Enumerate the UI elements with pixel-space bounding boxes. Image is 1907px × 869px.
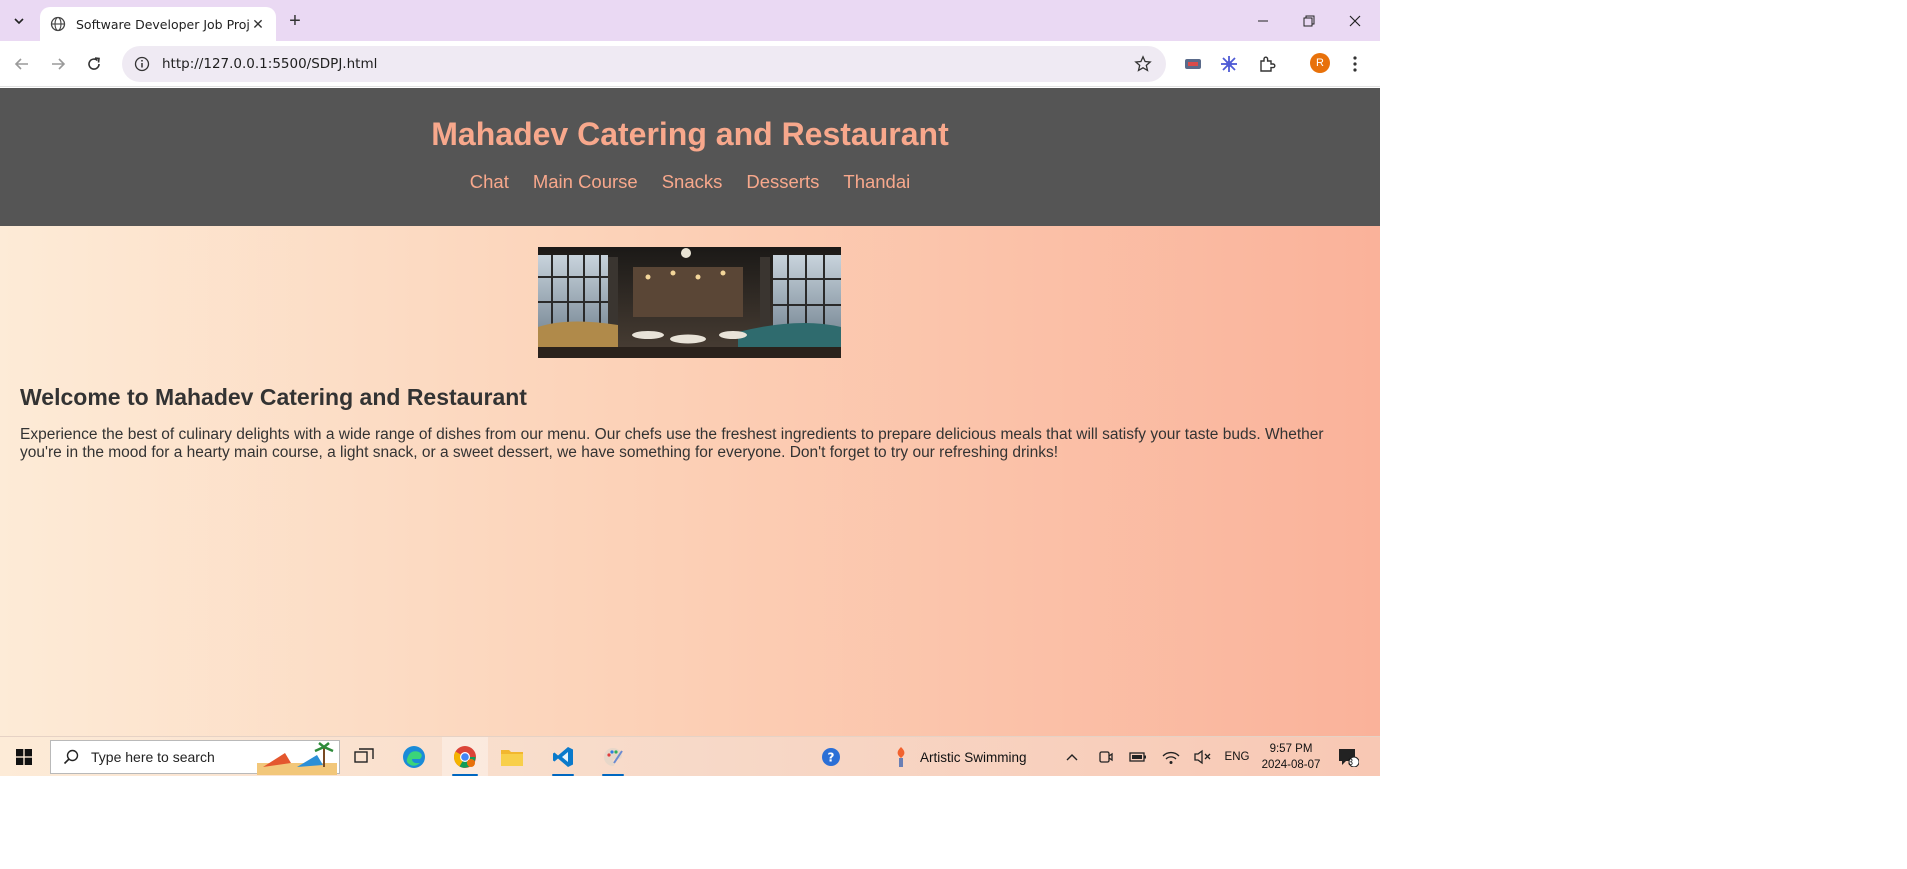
minimize-icon	[1258, 20, 1268, 21]
language-label: ENG	[1224, 751, 1250, 763]
page-viewport: Mahadev Catering and Restaurant Chat Mai…	[0, 88, 1380, 736]
globe-icon	[50, 16, 66, 32]
torch-icon	[897, 747, 905, 767]
browser-toolbar: http://127.0.0.1:5500/SDPJ.html	[0, 41, 1380, 87]
extension-image-icon	[1185, 59, 1201, 69]
restore-icon	[1303, 15, 1315, 26]
search-icon	[63, 749, 79, 765]
kebab-menu-icon	[1353, 56, 1357, 72]
language-indicator[interactable]: ENG	[1222, 737, 1252, 776]
extension-snowflake-icon	[1221, 56, 1237, 72]
task-view-button[interactable]	[346, 737, 382, 776]
folder-icon	[501, 750, 523, 766]
close-icon	[1349, 15, 1361, 26]
edge-browser-icon	[403, 746, 425, 768]
windows-logo-icon	[16, 749, 32, 765]
tab-strip: Software Developer Job Project ✕ +	[0, 0, 1380, 41]
chevron-up-icon	[1066, 754, 1078, 761]
address-bar[interactable]: http://127.0.0.1:5500/SDPJ.html	[122, 46, 1166, 82]
puzzle-icon	[1260, 56, 1276, 72]
screen: Software Developer Job Project ✕ + http:…	[0, 0, 1380, 776]
extensions-menu-button[interactable]	[1257, 54, 1277, 74]
tab-search-button[interactable]	[8, 10, 30, 32]
taskbar-search-box[interactable]: Type here to search	[50, 740, 340, 775]
taskbar: Type here to search ? Artistic Swimming …	[0, 736, 1380, 776]
info-icon[interactable]	[134, 56, 150, 72]
back-button[interactable]	[10, 52, 34, 76]
browser-menu-button[interactable]	[1345, 54, 1365, 74]
notification-count: 3	[1348, 757, 1354, 767]
nav-link-desserts[interactable]: Desserts	[746, 171, 819, 193]
notifications-button[interactable]: 3	[1334, 737, 1362, 776]
taskbar-paint[interactable]	[592, 737, 634, 776]
weather-widget[interactable]: Artistic Swimming	[892, 737, 1042, 776]
volume-indicator[interactable]	[1192, 737, 1214, 776]
search-placeholder: Type here to search	[91, 749, 215, 765]
clock-time: 9:57 PM	[1269, 743, 1313, 755]
reload-button[interactable]	[82, 52, 106, 76]
taskbar-vscode[interactable]	[542, 737, 584, 776]
active-indicator	[452, 774, 478, 776]
new-tab-button[interactable]: +	[284, 10, 306, 32]
active-indicator	[602, 774, 624, 776]
nav-link-chat[interactable]: Chat	[470, 171, 509, 193]
get-help-button[interactable]: ?	[818, 737, 844, 776]
taskbar-chrome[interactable]	[442, 737, 488, 776]
restaurant-image	[538, 247, 841, 358]
vscode-icon	[553, 747, 573, 767]
extension-button-1[interactable]	[1183, 54, 1203, 74]
site-title: Mahadev Catering and Restaurant	[431, 116, 949, 152]
battery-indicator[interactable]	[1127, 737, 1149, 776]
active-indicator	[552, 774, 574, 776]
url-text[interactable]: http://127.0.0.1:5500/SDPJ.html	[162, 56, 377, 72]
nav-link-main-course[interactable]: Main Course	[533, 171, 638, 193]
site-header: Mahadev Catering and Restaurant Chat Mai…	[0, 88, 1380, 226]
clock[interactable]: 9:57 PM 2024-08-07	[1256, 741, 1326, 773]
help-icon: ?	[822, 748, 840, 766]
taskbar-edge[interactable]	[396, 737, 432, 776]
bookmark-star-icon[interactable]	[1134, 55, 1152, 73]
weather-label: Artistic Swimming	[920, 749, 1027, 765]
browser-tab[interactable]: Software Developer Job Project ✕	[40, 7, 276, 41]
camera-icon	[1099, 751, 1113, 763]
volume-muted-icon	[1194, 749, 1211, 765]
forward-button[interactable]	[46, 52, 70, 76]
extension-button-2[interactable]	[1219, 54, 1239, 74]
nav-link-thandai[interactable]: Thandai	[843, 171, 910, 193]
close-window-button[interactable]	[1332, 0, 1378, 41]
reload-icon	[88, 57, 100, 70]
task-view-icon	[354, 748, 374, 763]
svg-text:?: ?	[828, 751, 835, 765]
close-tab-icon[interactable]: ✕	[250, 16, 266, 32]
start-button[interactable]	[6, 737, 42, 776]
wifi-icon	[1162, 751, 1180, 764]
show-hidden-icons-button[interactable]	[1062, 737, 1082, 776]
beach-illustration-icon	[257, 742, 337, 775]
tab-title: Software Developer Job Project	[76, 16, 250, 32]
chrome-browser-icon	[454, 746, 476, 768]
arrow-right-icon	[52, 58, 66, 70]
paint-palette-icon	[604, 747, 623, 766]
nav-link-snacks[interactable]: Snacks	[662, 171, 723, 193]
taskbar-file-explorer[interactable]	[494, 737, 530, 776]
clock-date: 2024-08-07	[1261, 759, 1321, 771]
network-indicator[interactable]	[1160, 737, 1182, 776]
welcome-paragraph: Experience the best of culinary delights…	[20, 426, 1324, 461]
restaurant-interior-illustration	[538, 247, 841, 358]
minimize-button[interactable]	[1240, 0, 1286, 41]
battery-icon	[1129, 752, 1146, 762]
arrow-left-icon	[14, 58, 28, 70]
site-nav: Chat Main Course Snacks Desserts Thandai	[0, 171, 1380, 193]
meet-now-button[interactable]	[1095, 737, 1117, 776]
profile-avatar[interactable]: R	[1310, 53, 1330, 73]
chevron-down-icon	[14, 18, 24, 25]
welcome-heading: Welcome to Mahadev Catering and Restaura…	[20, 384, 527, 410]
restore-button[interactable]	[1286, 0, 1332, 41]
